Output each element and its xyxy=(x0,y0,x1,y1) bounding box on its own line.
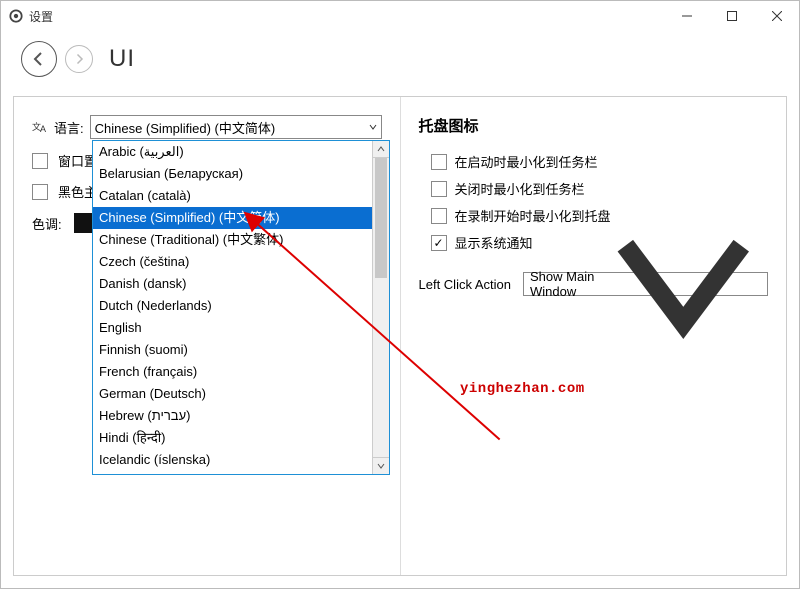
language-option[interactable]: Indonesian (Indonesia) xyxy=(93,471,373,474)
nav-back-button[interactable] xyxy=(21,41,57,77)
tray-cb1-checkbox[interactable] xyxy=(431,154,447,170)
language-option[interactable]: Danish (dansk) xyxy=(93,273,373,295)
language-combo-value: Chinese (Simplified) (中文简体) xyxy=(95,118,276,137)
scroll-track[interactable] xyxy=(373,158,389,457)
scroll-thumb[interactable] xyxy=(375,158,387,278)
window-title: 设置 xyxy=(29,8,53,25)
language-listbox[interactable]: Arabic (العربية)Belarusian (Беларуская)C… xyxy=(92,140,390,475)
language-listbox-inner: Arabic (العربية)Belarusian (Беларуская)C… xyxy=(93,141,373,474)
tray-cb2-label: 关闭时最小化到任务栏 xyxy=(455,179,585,198)
left-click-action-row: Left Click Action Show Main Window xyxy=(419,272,769,296)
scroll-up-button[interactable] xyxy=(373,141,389,158)
tray-cb2-row: 关闭时最小化到任务栏 xyxy=(419,179,769,198)
app-icon xyxy=(9,9,23,23)
language-option[interactable]: Catalan (català) xyxy=(93,185,373,207)
chevron-down-icon xyxy=(369,123,377,131)
language-option[interactable]: Chinese (Traditional) (中文繁体) xyxy=(93,229,373,251)
page-title: UI xyxy=(109,45,135,73)
language-label: 语言: xyxy=(54,118,84,137)
svg-text:A: A xyxy=(40,124,46,134)
titlebar-left: 设置 xyxy=(9,8,53,25)
language-option[interactable]: Czech (čeština) xyxy=(93,251,373,273)
left-click-action-combo[interactable]: Show Main Window xyxy=(523,272,768,296)
scroll-down-button[interactable] xyxy=(373,457,389,474)
tray-cb1-label: 在启动时最小化到任务栏 xyxy=(455,152,598,171)
navbar: UI xyxy=(1,31,799,86)
window-on-top-checkbox[interactable] xyxy=(32,153,48,169)
nav-forward-button xyxy=(65,45,93,73)
hue-label: 色调: xyxy=(32,214,62,233)
watermark-text: yinghezhan.com xyxy=(460,381,585,397)
left-click-action-label: Left Click Action xyxy=(419,277,512,292)
tray-cb3-label: 在录制开始时最小化到托盘 xyxy=(455,206,611,225)
tray-cb4-checkbox[interactable] xyxy=(431,235,447,251)
language-option[interactable]: Belarusian (Беларуская) xyxy=(93,163,373,185)
tray-cb3-checkbox[interactable] xyxy=(431,208,447,224)
tray-section-title: 托盘图标 xyxy=(419,115,769,136)
translate-icon: 文 A xyxy=(32,120,48,134)
language-option[interactable]: French (français) xyxy=(93,361,373,383)
titlebar: 设置 xyxy=(1,1,799,31)
language-option[interactable]: Icelandic (íslenska) xyxy=(93,449,373,471)
language-option[interactable]: Hindi (हिन्दी) xyxy=(93,427,373,449)
content-panel: 文 A 语言: Chinese (Simplified) (中文简体) 窗口置顶… xyxy=(13,96,787,576)
left-column: 文 A 语言: Chinese (Simplified) (中文简体) 窗口置顶… xyxy=(14,97,400,575)
left-click-action-value: Show Main Window xyxy=(530,269,606,299)
language-option[interactable]: English xyxy=(93,317,373,339)
language-option[interactable]: German (Deutsch) xyxy=(93,383,373,405)
language-option[interactable]: Arabic (العربية) xyxy=(93,141,373,163)
tray-cb2-checkbox[interactable] xyxy=(431,181,447,197)
minimize-button[interactable] xyxy=(664,1,709,31)
language-combo[interactable]: Chinese (Simplified) (中文简体) xyxy=(90,115,382,139)
language-option[interactable]: Finnish (suomi) xyxy=(93,339,373,361)
right-column: 托盘图标 在启动时最小化到任务栏 关闭时最小化到任务栏 在录制开始时最小化到托盘… xyxy=(400,97,787,575)
chevron-down-icon xyxy=(606,207,761,362)
listbox-scrollbar[interactable] xyxy=(372,141,389,474)
window-controls xyxy=(664,1,799,31)
dark-theme-checkbox[interactable] xyxy=(32,184,48,200)
settings-window: 设置 UI 文 A xyxy=(0,0,800,589)
close-button[interactable] xyxy=(754,1,799,31)
language-row: 文 A 语言: Chinese (Simplified) (中文简体) xyxy=(32,115,382,139)
tray-cb4-label: 显示系统通知 xyxy=(455,233,533,252)
language-option[interactable]: Chinese (Simplified) (中文简体) xyxy=(93,207,373,229)
maximize-button[interactable] xyxy=(709,1,754,31)
language-option[interactable]: Hebrew (עברית) xyxy=(93,405,373,427)
language-option[interactable]: Dutch (Nederlands) xyxy=(93,295,373,317)
tray-cb1-row: 在启动时最小化到任务栏 xyxy=(419,152,769,171)
